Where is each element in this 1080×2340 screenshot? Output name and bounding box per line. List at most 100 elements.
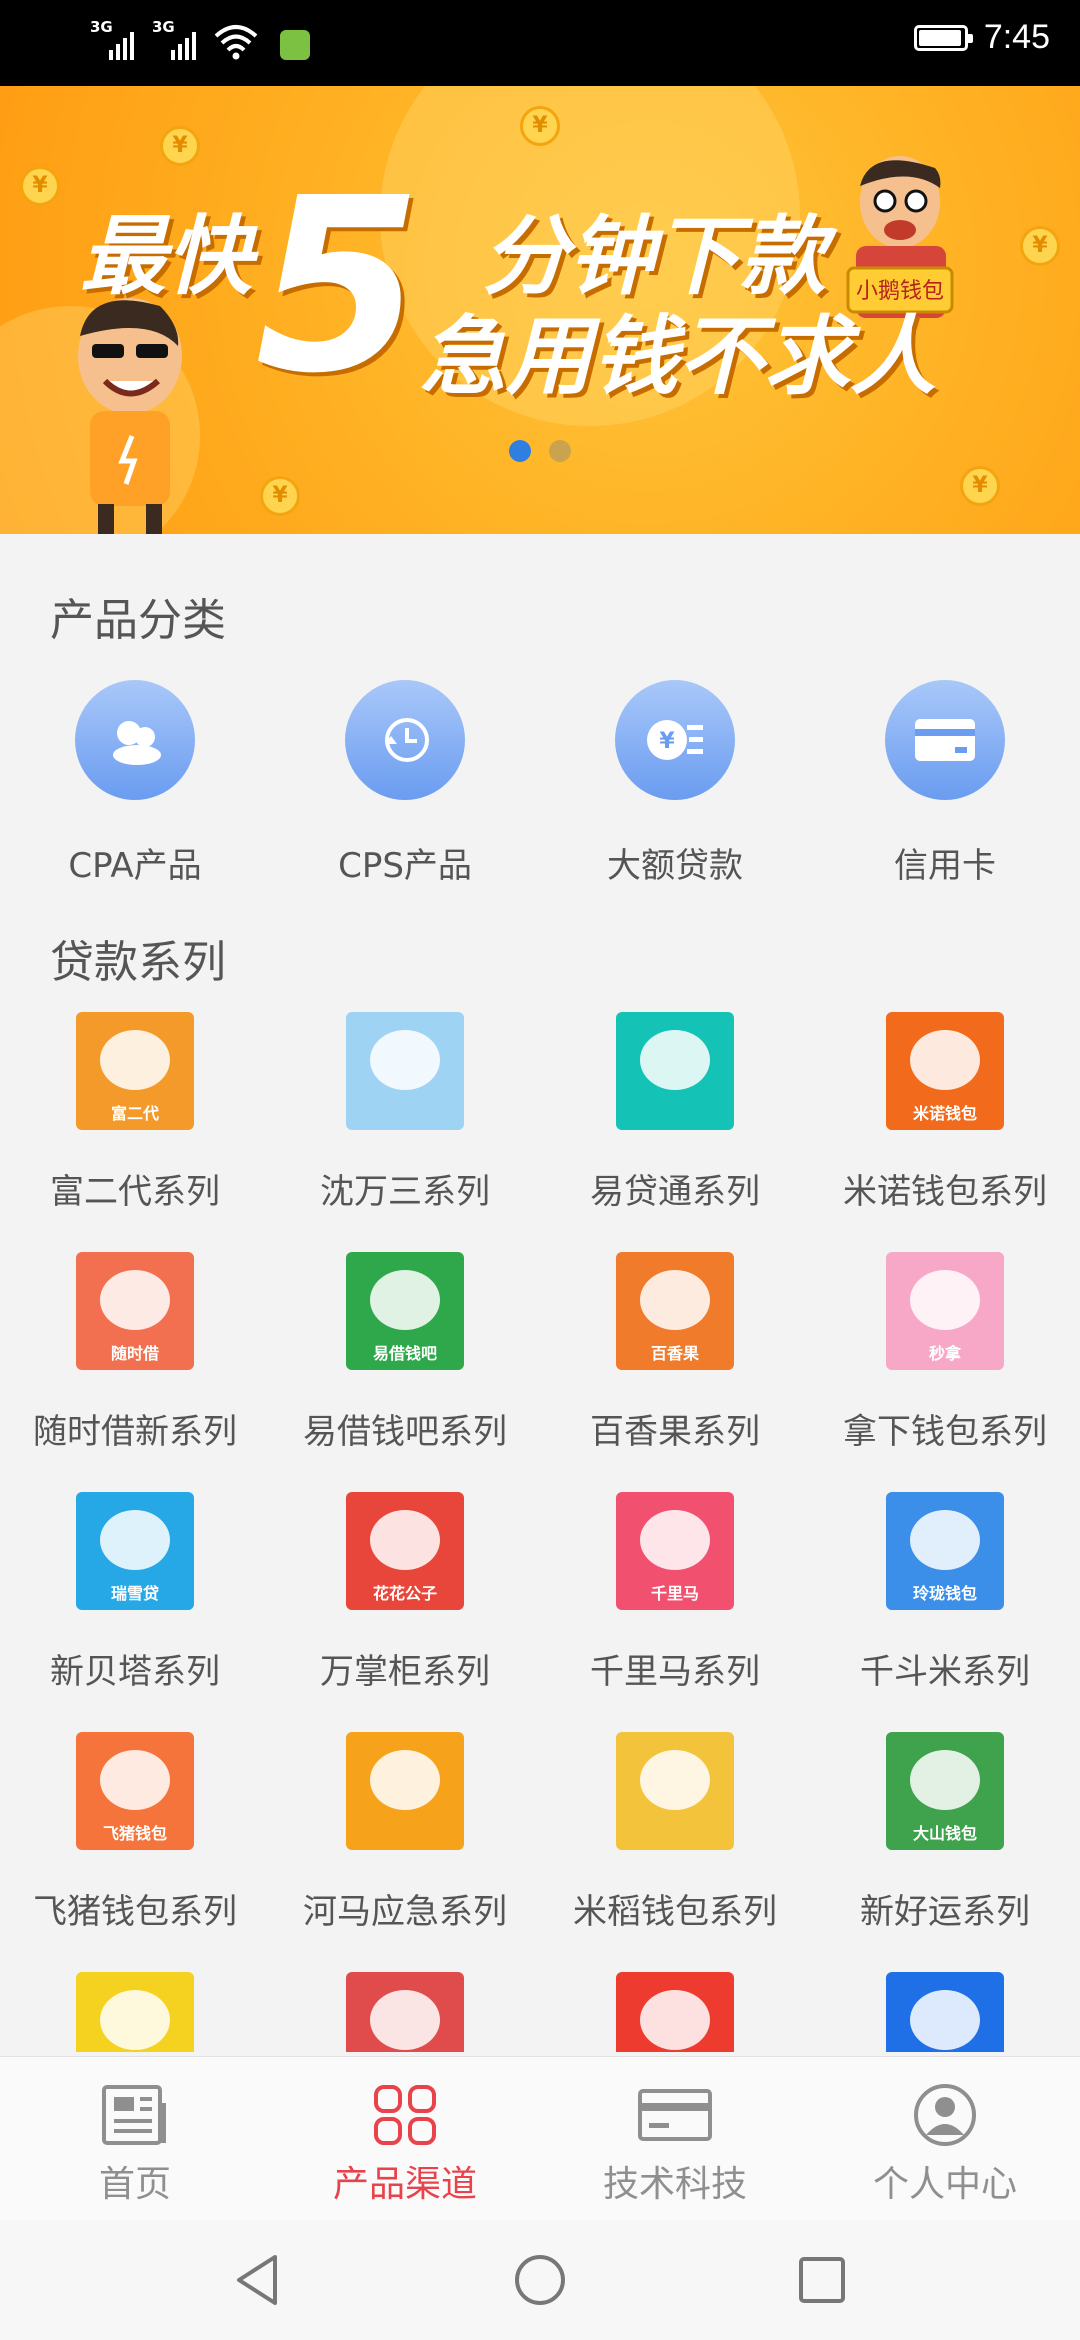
cellular-signal-icon: 3G xyxy=(90,18,134,60)
wifi-icon xyxy=(214,25,258,60)
loan-series-item[interactable]: 米稻钱包系列 xyxy=(540,1732,810,1972)
blue-hand-app-icon xyxy=(886,1972,1004,2052)
category-label: CPA产品 xyxy=(68,846,202,886)
loan-series-label: 千斗米系列 xyxy=(860,1652,1030,1692)
recents-icon[interactable] xyxy=(797,2255,847,2305)
clock: 7:45 xyxy=(983,18,1050,56)
qianlima-app-icon: 千里马 xyxy=(616,1492,734,1610)
headline-number: 5 xyxy=(255,146,422,426)
xinbeita-app-icon: 瑞雪贷 xyxy=(76,1492,194,1610)
loan-series-label: 百香果系列 xyxy=(590,1412,760,1452)
loan-series-item[interactable]: 易贷通系列 xyxy=(540,1012,810,1252)
tab-profile[interactable]: 个人中心 xyxy=(810,2057,1080,2220)
app-emblem xyxy=(910,1990,980,2050)
app-emblem xyxy=(100,1750,170,1810)
loan-series-label: 米诺钱包系列 xyxy=(843,1172,1047,1212)
category-row: CPA产品 CPS产品 ¥ 大额贷款 信用卡 xyxy=(0,680,1080,887)
coin-decoration: ¥ xyxy=(1020,226,1060,266)
feizhu-wallet-app-icon: 飞猪钱包 xyxy=(76,1732,194,1850)
loan-series-item[interactable]: 瑞雪贷 新贝塔系列 xyxy=(0,1492,270,1732)
app-emblem xyxy=(100,1510,170,1570)
loan-series-item[interactable]: 借 xyxy=(540,1972,810,2052)
loan-series-item[interactable] xyxy=(810,1972,1080,2052)
app-badge-text: 百香果 xyxy=(650,1344,699,1363)
home-icon[interactable] xyxy=(513,2253,567,2307)
loan-series-item[interactable] xyxy=(270,1972,540,2052)
cartoon-man-left-illustration xyxy=(78,298,182,534)
shenwansan-app-icon xyxy=(346,1012,464,1130)
loan-series-item[interactable]: 千里马 千里马系列 xyxy=(540,1492,810,1732)
app-badge-text: 随时借 xyxy=(110,1344,159,1363)
loan-series-item[interactable]: 花花公子 万掌柜系列 xyxy=(270,1492,540,1732)
loan-series-label: 米稻钱包系列 xyxy=(573,1892,777,1932)
tab-product-channels[interactable]: 产品渠道 xyxy=(270,2057,540,2220)
tab-label: 技术科技 xyxy=(602,2164,747,2205)
app-emblem xyxy=(910,1510,980,1570)
loan-series-label: 随时借新系列 xyxy=(33,1412,237,1452)
carousel-dot-active[interactable] xyxy=(509,440,531,462)
loan-series-item[interactable]: 易借钱吧易借钱吧系列 xyxy=(270,1252,540,1492)
app-emblem xyxy=(640,1990,710,2050)
loan-series-label: 易借钱吧系列 xyxy=(303,1412,507,1452)
carousel-dot[interactable] xyxy=(549,440,571,462)
app-badge-text: 花花公子 xyxy=(372,1584,437,1603)
loan-series-item[interactable]: 富二代 富二代系列 xyxy=(0,1012,270,1252)
app-emblem xyxy=(910,1030,980,1090)
loan-series-item[interactable] xyxy=(0,1972,270,2052)
tab-home[interactable]: 首页 xyxy=(0,2057,270,2220)
minuo-wallet-app-icon: 米诺钱包 xyxy=(886,1012,1004,1130)
clock-arrow-icon xyxy=(345,680,465,800)
category-cpa[interactable]: CPA产品 xyxy=(0,680,270,887)
credit-card-icon xyxy=(885,680,1005,800)
category-large-loan[interactable]: ¥ 大额贷款 xyxy=(540,680,810,887)
loan-series-label: 千里马系列 xyxy=(590,1652,760,1692)
loan-series-item[interactable]: 随时借 随时借新系列 xyxy=(0,1252,270,1492)
loan-series-item[interactable]: 大山钱包 新好运系列 xyxy=(810,1732,1080,1972)
loan-series-item[interactable]: 河马应急系列 xyxy=(270,1732,540,1972)
section-title-product-categories: 产品分类 xyxy=(50,595,226,646)
carousel-indicator[interactable] xyxy=(0,440,1080,462)
loan-series-label: 富二代系列 xyxy=(50,1172,220,1212)
app-emblem xyxy=(910,1270,980,1330)
loan-series-label: 飞猪钱包系列 xyxy=(33,1892,237,1932)
baixiangguo-app-icon: 百香果 xyxy=(616,1252,734,1370)
loan-series-item[interactable]: 百香果 百香果系列 xyxy=(540,1252,810,1492)
app-emblem xyxy=(910,1750,980,1810)
midao-wallet-app-icon xyxy=(616,1732,734,1850)
tab-technology[interactable]: 技术科技 xyxy=(540,2057,810,2220)
app-emblem xyxy=(370,1750,440,1810)
loan-series-item[interactable]: 米诺钱包米诺钱包系列 xyxy=(810,1012,1080,1252)
loan-series-item[interactable]: 飞猪钱包飞猪钱包系列 xyxy=(0,1732,270,1972)
loan-series-label: 易贷通系列 xyxy=(590,1172,760,1212)
category-credit-card[interactable]: 信用卡 xyxy=(810,680,1080,887)
tab-label: 产品渠道 xyxy=(332,2164,477,2205)
app-badge-text: 大山钱包 xyxy=(912,1824,977,1843)
card-icon xyxy=(638,2089,712,2141)
loan-series-item[interactable]: 沈万三系列 xyxy=(270,1012,540,1252)
user-icon xyxy=(914,2084,976,2146)
app-badge-text: 富二代 xyxy=(110,1104,159,1123)
loan-series-grid: 富二代 富二代系列 沈万三系列 易贷通系列 米诺钱包 米诺钱包系列 随时借 随时借新系列 易借钱… xyxy=(0,1012,1080,2052)
headline-text-line2: 急用钱不求人 xyxy=(420,307,936,407)
notification-app-icon xyxy=(280,30,310,60)
yijie-qianba-app-icon: 易借钱吧 xyxy=(346,1252,464,1370)
loan-series-item[interactable]: 玲珑钱包 千斗米系列 xyxy=(810,1492,1080,1732)
app-emblem xyxy=(640,1510,710,1570)
battery-icon xyxy=(913,24,973,51)
app-emblem xyxy=(640,1270,710,1330)
jie-app-icon: 借 xyxy=(616,1972,734,2052)
system-navigation-bar xyxy=(0,2220,1080,2340)
loan-series-label: 沈万三系列 xyxy=(320,1172,490,1212)
promo-banner[interactable]: ¥ ¥ ¥ ¥ ¥ ¥ 小鹅钱包 最快 分钟下款 5 急用钱不求人 xyxy=(0,86,1080,534)
app-badge-text: 飞猪钱包 xyxy=(102,1824,167,1843)
app-emblem xyxy=(100,1030,170,1090)
app-badge-text: 易借钱吧 xyxy=(372,1344,437,1363)
app-badge-text: 秒拿 xyxy=(928,1344,961,1363)
loan-series-item[interactable]: 秒拿 拿下钱包系列 xyxy=(810,1252,1080,1492)
app-emblem xyxy=(100,1270,170,1330)
app-badge-text: 米诺钱包 xyxy=(912,1104,977,1123)
section-title-loan-series: 贷款系列 xyxy=(50,937,226,988)
fuerdai-app-icon: 富二代 xyxy=(76,1012,194,1130)
back-icon[interactable] xyxy=(233,2253,283,2307)
category-cps[interactable]: CPS产品 xyxy=(270,680,540,887)
